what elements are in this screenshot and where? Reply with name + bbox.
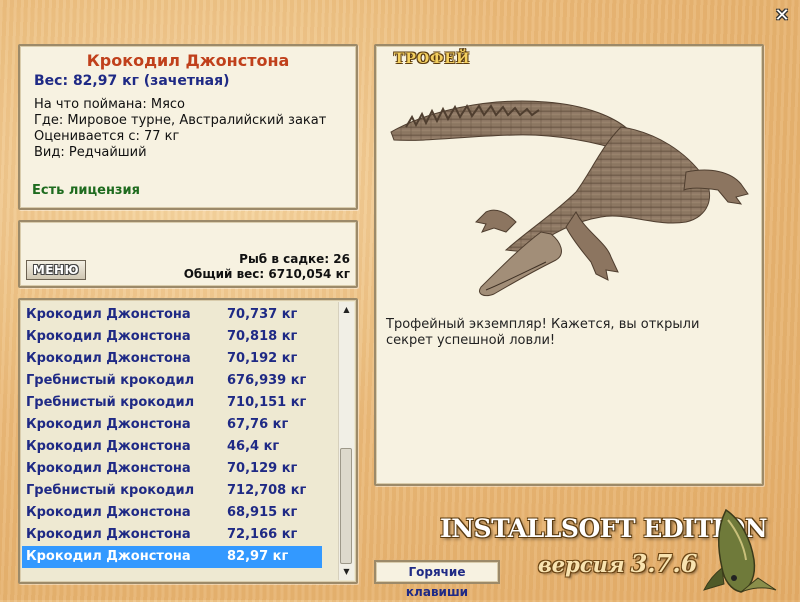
list-item-name: Крокодил Джонстона <box>26 307 191 322</box>
scroll-down-icon[interactable]: ▼ <box>339 564 354 580</box>
version-number: 3.7.6 <box>630 549 698 578</box>
list-item[interactable]: Крокодил Джонстона 67,76 кг <box>22 414 322 436</box>
fish-title: Крокодил Джонстона <box>86 51 290 70</box>
list-item-name: Крокодил Джонстона <box>26 505 191 520</box>
keepnet-stats-panel: МЕНЮ Рыб в садке: 26 Общий вес: 6710,054… <box>18 220 358 288</box>
list-item-weight: 67,76 кг <box>227 417 289 432</box>
list-item-weight: 70,818 кг <box>227 329 298 344</box>
license-status: Есть лицензия <box>32 183 140 198</box>
list-item[interactable]: Гребнистый крокодил 712,708 кг <box>22 480 322 502</box>
list-item[interactable]: Крокодил Джонстона 70,192 кг <box>22 348 322 370</box>
list-item-weight: 710,151 кг <box>227 395 307 410</box>
list-scrollbar[interactable]: ▲ ▼ <box>338 302 354 580</box>
list-item[interactable]: Крокодил Джонстона 46,4 кг <box>22 436 322 458</box>
fish-rarity: Вид: Редчайший <box>34 145 147 160</box>
hotkeys-button[interactable]: Горячие клавиши <box>374 560 500 599</box>
list-item-name: Гребнистый крокодил <box>26 483 195 498</box>
list-item[interactable]: Крокодил Джонстона 70,737 кг <box>22 304 322 326</box>
list-item[interactable]: Гребнистый крокодил 676,939 кг <box>22 370 322 392</box>
list-item-weight: 46,4 кг <box>227 439 280 454</box>
list-item[interactable]: Крокодил Джонстона 70,129 кг <box>22 458 322 480</box>
list-item-name: Крокодил Джонстона <box>26 461 191 476</box>
crocodile-image <box>390 100 749 297</box>
fish-count: Рыб в садке: 26 <box>239 252 350 266</box>
list-item[interactable]: Крокодил Джонстона 68,915 кг <box>22 502 322 524</box>
list-item-weight: 70,192 кг <box>227 351 298 366</box>
list-item-name: Крокодил Джонстона <box>26 527 191 542</box>
scrollbar-thumb[interactable] <box>340 448 352 564</box>
list-item[interactable]: Гребнистый крокодил 710,151 кг <box>22 392 322 414</box>
version-word: версия <box>538 552 625 577</box>
catch-list: Крокодил Джонстона 70,737 кг Крокодил Джон… <box>22 304 322 568</box>
pike-logo-icon <box>703 508 777 593</box>
list-item-name: Гребнистый крокодил <box>26 395 195 410</box>
list-item-name: Крокодил Джонстона <box>26 351 191 366</box>
list-item-weight: 68,915 кг <box>227 505 298 520</box>
fish-location: Где: Мировое турне, Австралийский закат <box>34 113 327 128</box>
list-item-name: Крокодил Джонстона <box>26 329 191 344</box>
fish-value: Оценивается с: 77 кг <box>34 129 180 144</box>
list-item-name: Крокодил Джонстона <box>26 417 191 432</box>
list-item[interactable]: Крокодил Джонстона 72,166 кг <box>22 524 322 546</box>
menu-button[interactable]: МЕНЮ <box>26 260 86 280</box>
scroll-up-icon[interactable]: ▲ <box>339 302 354 318</box>
trophy-description: Трофейный экземпляр! Кажется, вы открыли… <box>386 317 700 348</box>
list-item-weight: 72,166 кг <box>227 527 298 542</box>
fish-bait: На что поймана: Мясо <box>34 97 186 112</box>
list-item-name: Крокодил Джонстона <box>26 549 191 564</box>
list-item[interactable]: Крокодил Джонстона 70,818 кг <box>22 326 322 348</box>
list-item-name: Крокодил Джонстона <box>26 439 191 454</box>
total-weight: Общий вес: 6710,054 кг <box>183 267 350 281</box>
close-icon[interactable]: ✕ <box>772 6 792 26</box>
list-item-weight: 712,708 кг <box>227 483 307 498</box>
trophy-label: ТРОФЕЙ <box>394 51 471 67</box>
fish-weight: Вес: 82,97 кг (зачетная) <box>34 73 230 89</box>
list-item-weight: 70,737 кг <box>227 307 298 322</box>
list-item-weight: 82,97 кг <box>227 549 289 564</box>
fish-info-panel: Крокодил Джонстона Вес: 82,97 кг (зачетн… <box>18 44 358 210</box>
list-item[interactable]: Крокодил Джонстона 82,97 кг <box>22 546 322 568</box>
list-item-name: Гребнистый крокодил <box>26 373 195 388</box>
catch-list-panel: Крокодил Джонстона 70,737 кг Крокодил Джон… <box>18 298 358 584</box>
list-item-weight: 70,129 кг <box>227 461 298 476</box>
version-label: версия 3.7.6 <box>538 549 697 578</box>
list-item-weight: 676,939 кг <box>227 373 307 388</box>
trophy-panel: ТРОФЕЙ Трофейный экземпляр! Кажется, вы … <box>374 44 764 486</box>
